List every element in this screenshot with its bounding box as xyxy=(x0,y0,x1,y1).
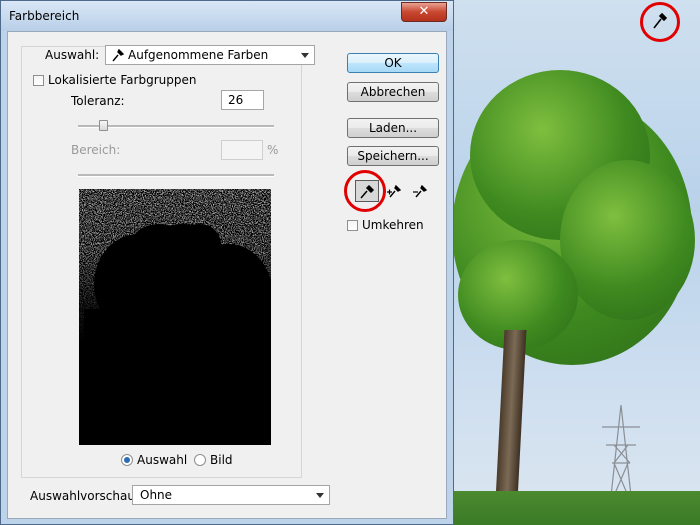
preview-selection-radio[interactable] xyxy=(121,454,133,466)
color-range-dialog: Farbbereich ✕ Auswahl: Aufgenommene Farb… xyxy=(0,0,454,525)
range-unit: % xyxy=(267,143,279,157)
tolerance-label: Toleranz: xyxy=(71,94,125,108)
eyedropper-plus-icon xyxy=(387,184,401,198)
range-input xyxy=(221,140,263,160)
tolerance-slider-thumb[interactable] xyxy=(99,120,109,131)
eyedropper-minus-icon xyxy=(413,184,427,198)
close-button[interactable]: ✕ xyxy=(401,2,447,22)
selection-value: Aufgenommene Farben xyxy=(128,48,269,62)
eyedropper-icon xyxy=(112,49,124,62)
selection-dropdown[interactable]: Aufgenommene Farben xyxy=(105,45,315,65)
preview-select-label: Auswahlvorschau: xyxy=(30,489,140,503)
localized-checkbox[interactable] xyxy=(33,75,44,86)
preview-image-radio[interactable] xyxy=(194,454,206,466)
chevron-down-icon xyxy=(301,53,309,58)
eyedropper-subtract-tool[interactable] xyxy=(408,180,432,202)
range-slider-track xyxy=(78,174,274,177)
load-button[interactable]: Laden... xyxy=(347,118,439,138)
selection-label: Auswahl: xyxy=(45,48,100,62)
dialog-client: Auswahl: Aufgenommene Farben Lokalisiert… xyxy=(7,31,447,519)
tolerance-input[interactable]: 26 xyxy=(221,90,264,110)
cursor-eyedropper-icon xyxy=(653,12,668,29)
invert-label: Umkehren xyxy=(362,218,424,232)
selection-preview xyxy=(79,189,271,445)
highlight-circle xyxy=(344,170,386,212)
save-button[interactable]: Speichern... xyxy=(347,146,439,166)
grass xyxy=(440,491,700,525)
preview-select-dropdown[interactable]: Ohne xyxy=(132,485,330,505)
preview-selection-label: Auswahl xyxy=(137,453,188,467)
localized-label: Lokalisierte Farbgruppen xyxy=(48,73,197,87)
range-label: Bereich: xyxy=(71,143,121,157)
chevron-down-icon xyxy=(316,493,324,498)
tree-trunk xyxy=(495,330,527,500)
window-title: Farbbereich xyxy=(9,9,80,23)
invert-checkbox[interactable] xyxy=(347,220,358,231)
titlebar: Farbbereich ✕ xyxy=(1,1,453,31)
cancel-button[interactable]: Abbrechen xyxy=(347,82,439,102)
power-pylon xyxy=(602,405,640,505)
preview-image-label: Bild xyxy=(210,453,233,467)
preview-select-value: Ohne xyxy=(140,488,173,502)
ok-button[interactable]: OK xyxy=(347,53,439,73)
